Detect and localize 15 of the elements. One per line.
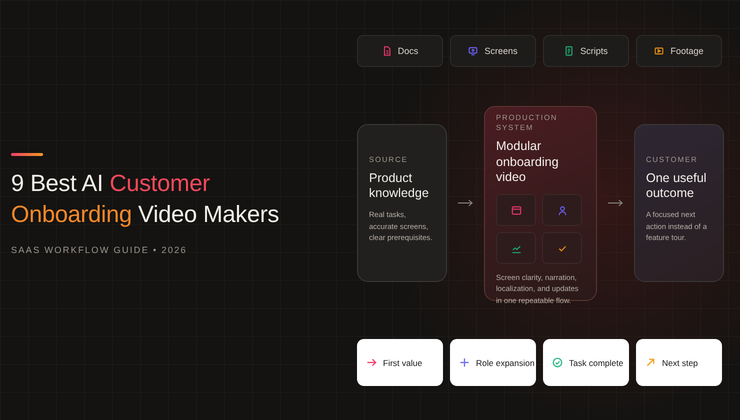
- outcome-chip: Next step: [636, 339, 722, 386]
- page-title: 9 Best AI Customer Onboarding Video Makers: [11, 168, 280, 229]
- arrow-icon: [607, 199, 624, 207]
- input-chip: Screens: [450, 35, 536, 67]
- outcome-chip: First value: [357, 339, 443, 386]
- card-title: One useful outcome: [646, 170, 708, 202]
- outcome-chip: Role expansion: [450, 339, 536, 386]
- arrow-icon: [457, 199, 474, 207]
- card-title: Modular onboarding video: [496, 139, 560, 185]
- subtitle: SAAS WORKFLOW GUIDE • 2026: [11, 245, 188, 256]
- card-title: Product knowledge: [369, 170, 430, 202]
- input-chip: Scripts: [543, 35, 629, 67]
- outcome-chip: Task complete: [543, 339, 629, 386]
- input-chip: Docs: [357, 35, 443, 67]
- input-chip: Footage: [636, 35, 722, 67]
